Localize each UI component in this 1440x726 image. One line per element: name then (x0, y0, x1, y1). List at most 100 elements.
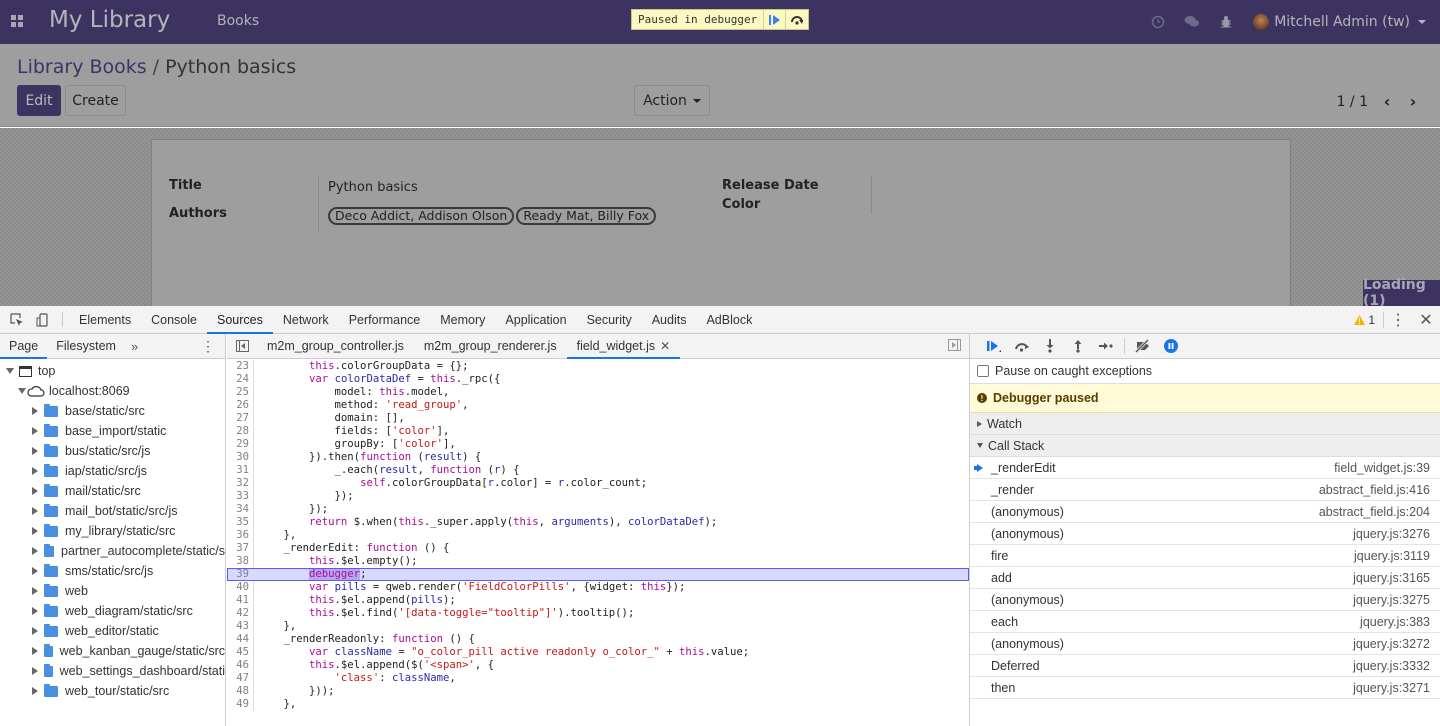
line-number[interactable]: 33 (227, 490, 254, 503)
tree-item-folder[interactable]: iap/static/src/js (0, 461, 225, 481)
line-number[interactable]: 27 (227, 412, 254, 425)
resume-button[interactable] (764, 10, 787, 29)
devtools-tab-memory[interactable]: Memory (430, 306, 495, 333)
pause-on-caught-checkbox[interactable] (977, 365, 989, 377)
call-stack-frame[interactable]: (anonymous) jquery.js:3276 (970, 523, 1440, 545)
call-stack-frame[interactable]: each jquery.js:383 (970, 611, 1440, 633)
tree-item-folder[interactable]: web_tour/static/src (0, 681, 225, 701)
line-number[interactable]: 44 (227, 633, 254, 646)
step-over-button[interactable] (1008, 334, 1036, 359)
tree-item-top[interactable]: top (0, 361, 225, 381)
tree-item-folder[interactable]: base/static/src (0, 401, 225, 421)
step-out-button[interactable] (1064, 334, 1092, 359)
call-stack-frame[interactable]: (anonymous) jquery.js:3272 (970, 633, 1440, 655)
toggle-debugger-sidebar-icon[interactable] (948, 339, 961, 354)
pager-value[interactable]: 1 / 1 (1337, 94, 1368, 110)
line-number[interactable]: 40 (227, 581, 254, 594)
line-number[interactable]: 29 (227, 438, 254, 451)
tree-item-folder[interactable]: web_editor/static (0, 621, 225, 641)
author-tag[interactable]: Ready Mat, Billy Fox (516, 207, 657, 225)
devtools-tab-sources[interactable]: Sources (206, 306, 273, 334)
tree-item-folder[interactable]: mail/static/src (0, 481, 225, 501)
code-view[interactable]: 23 this.colorGroupData = {}; 24 var color… (227, 360, 969, 720)
navigator-tab-page[interactable]: Page (0, 334, 48, 359)
frame-location[interactable]: jquery.js:3165 (1353, 571, 1430, 585)
device-toolbar-icon[interactable] (30, 306, 56, 333)
close-tab-icon[interactable]: ✕ (660, 339, 670, 353)
breadcrumb-library-books[interactable]: Library Books (17, 56, 147, 78)
apps-menu-icon[interactable] (11, 15, 23, 27)
pager-next-icon[interactable]: › (1406, 92, 1420, 111)
frame-location[interactable]: jquery.js:3119 (1354, 549, 1430, 563)
line-number[interactable]: 25 (227, 386, 254, 399)
more-tabs-icon[interactable]: » (125, 334, 144, 358)
line-number[interactable]: 30 (227, 451, 254, 464)
tree-item-folder[interactable]: sms/static/src/js (0, 561, 225, 581)
frame-location[interactable]: jquery.js:3272 (1353, 637, 1430, 651)
edit-button[interactable]: Edit (17, 85, 61, 116)
line-number[interactable]: 47 (227, 672, 254, 685)
menu-item-books[interactable]: Books (217, 13, 259, 29)
devtools-menu-icon[interactable]: ⋮ (1384, 306, 1412, 334)
devtools-tab-adblock[interactable]: AdBlock (696, 306, 762, 333)
line-number[interactable]: 36 (227, 529, 254, 542)
tree-item-folder[interactable]: web (0, 581, 225, 601)
line-number[interactable]: 32 (227, 477, 254, 490)
line-number[interactable]: 48 (227, 685, 254, 698)
tree-item-folder[interactable]: web_diagram/static/src (0, 601, 225, 621)
resume-button[interactable] (980, 334, 1008, 359)
inspect-element-icon[interactable] (4, 306, 30, 333)
pause-on-caught-exceptions-row[interactable]: Pause on caught exceptions (970, 359, 1440, 384)
frame-location[interactable]: jquery.js:383 (1360, 615, 1430, 629)
line-number[interactable]: 42 (227, 607, 254, 620)
call-stack-frame[interactable]: _render abstract_field.js:416 (970, 479, 1440, 501)
devtools-tab-performance[interactable]: Performance (339, 306, 431, 333)
line-number[interactable]: 38 (227, 555, 254, 568)
devtools-tab-console[interactable]: Console (141, 306, 207, 333)
tree-item-folder[interactable]: web_kanban_gauge/static/src (0, 641, 225, 661)
line-number[interactable]: 35 (227, 516, 254, 529)
close-devtools-icon[interactable]: ✕ (1412, 306, 1440, 334)
line-number[interactable]: 41 (227, 594, 254, 607)
editor-tab-active[interactable]: field_widget.js ✕ (566, 334, 681, 359)
frame-location[interactable]: abstract_field.js:416 (1319, 483, 1430, 497)
navigator-tab-filesystem[interactable]: Filesystem (47, 334, 125, 358)
action-dropdown[interactable]: Action (634, 85, 710, 116)
line-number[interactable]: 46 (227, 659, 254, 672)
tree-item-folder[interactable]: bus/static/src/js (0, 441, 225, 461)
step-button[interactable] (1092, 334, 1120, 359)
line-number[interactable]: 43 (227, 620, 254, 633)
call-stack-frame[interactable]: (anonymous) abstract_field.js:204 (970, 501, 1440, 523)
warnings-counter[interactable]: 1 (1346, 312, 1384, 328)
tree-item-folder[interactable]: mail_bot/static/src/js (0, 501, 225, 521)
frame-location[interactable]: field_widget.js:39 (1334, 461, 1430, 475)
call-stack-frame[interactable]: (anonymous) jquery.js:3275 (970, 589, 1440, 611)
editor-tab[interactable]: m2m_group_controller.js (257, 334, 414, 358)
app-name[interactable]: My Library (49, 7, 170, 33)
line-number[interactable]: 31 (227, 464, 254, 477)
devtools-tab-application[interactable]: Application (495, 306, 576, 333)
caret-down-icon[interactable] (1418, 20, 1426, 24)
user-avatar[interactable] (1253, 14, 1270, 30)
debug-bug-icon[interactable] (1209, 0, 1243, 44)
editor-tab[interactable]: m2m_group_renderer.js (414, 334, 567, 358)
pager-previous-icon[interactable]: ‹ (1380, 92, 1394, 111)
deactivate-breakpoints-button[interactable] (1129, 334, 1157, 359)
step-over-button[interactable] (786, 10, 808, 29)
devtools-tab-network[interactable]: Network (273, 306, 339, 333)
call-stack-section-header[interactable]: Call Stack (970, 435, 1440, 457)
line-number[interactable]: 34 (227, 503, 254, 516)
line-number[interactable]: 28 (227, 425, 254, 438)
frame-location[interactable]: abstract_field.js:204 (1319, 505, 1430, 519)
call-stack-frame[interactable]: Deferred jquery.js:3332 (970, 655, 1440, 677)
tree-item-folder[interactable]: partner_autocomplete/static/s (0, 541, 225, 561)
tree-item-host[interactable]: localhost:8069 (0, 381, 225, 401)
devtools-tab-elements[interactable]: Elements (69, 306, 141, 333)
tree-item-folder[interactable]: web_settings_dashboard/stati (0, 661, 225, 681)
step-into-button[interactable] (1036, 334, 1064, 359)
activity-clock-icon[interactable] (1141, 0, 1175, 44)
call-stack-frame[interactable]: then jquery.js:3271 (970, 677, 1440, 699)
call-stack-frame[interactable]: _renderEdit field_widget.js:39 (970, 457, 1440, 479)
user-menu-name[interactable]: Mitchell Admin (tw) (1274, 14, 1410, 30)
navigator-menu-icon[interactable]: ⋮ (201, 338, 215, 355)
